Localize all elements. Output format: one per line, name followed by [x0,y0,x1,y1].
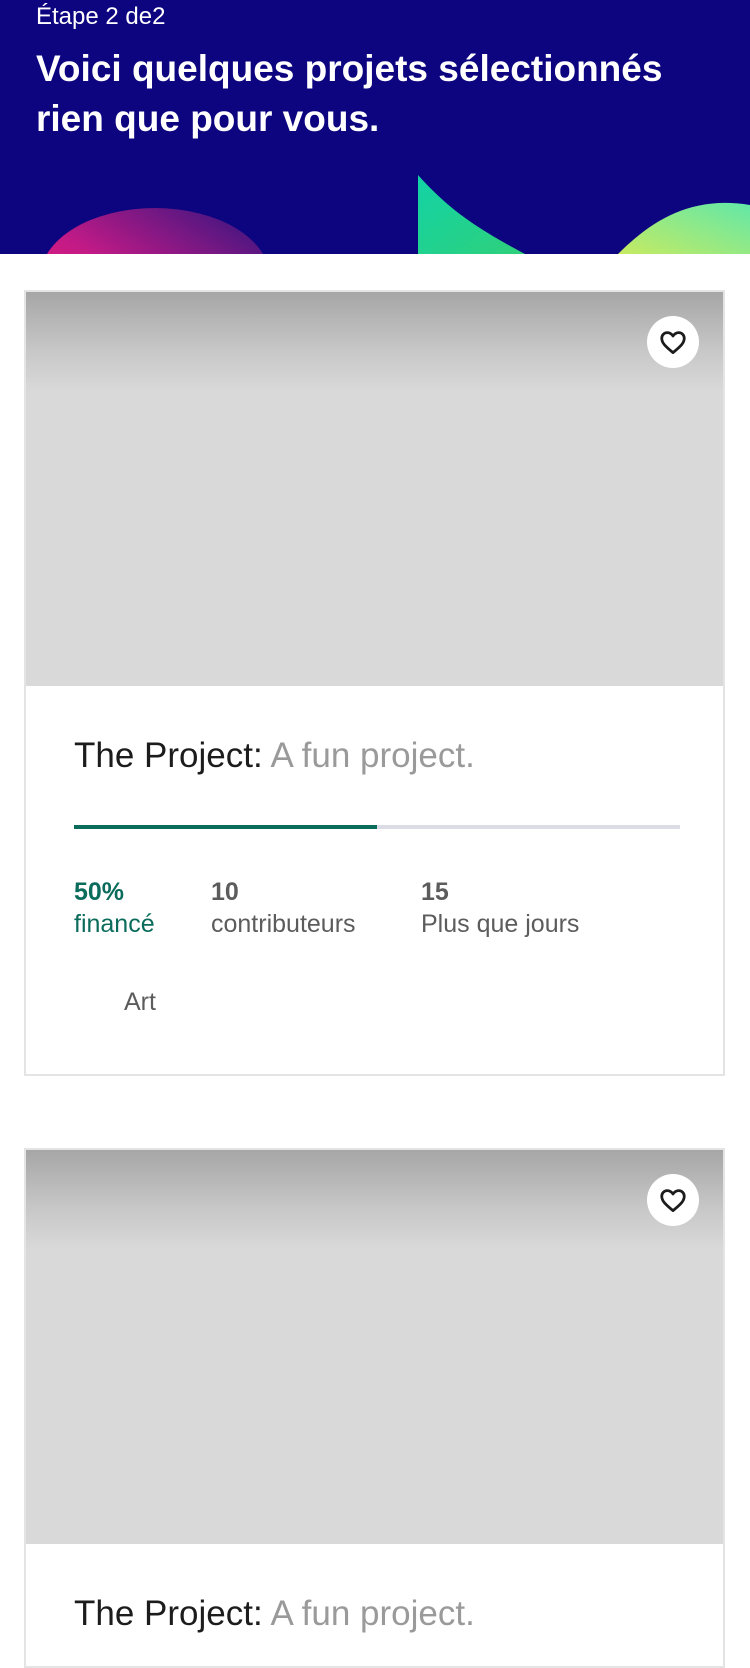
heart-icon [660,1189,686,1212]
project-card[interactable]: The Project: A fun project. [24,1148,725,1668]
days-count: 15 [421,878,449,906]
project-name: The Project: [74,1594,263,1633]
project-image [26,292,723,686]
category-label[interactable]: Art [124,988,156,1017]
heart-icon [660,331,686,354]
decorative-shapes [47,175,750,254]
project-description: A fun project. [270,1594,475,1633]
favorite-button[interactable] [647,1174,699,1226]
days-label: Plus que jours [421,910,580,938]
funding-progress-fill [74,825,377,829]
funded-percent: 50% [74,878,125,906]
funding-progress-bar [74,825,680,829]
pink-blob-shape [47,208,263,254]
project-title[interactable]: The Project: A fun project. [74,734,475,778]
funded-stat: 50% financé [74,876,155,940]
project-description: A fun project. [270,736,475,775]
teal-wave-shape [418,175,525,254]
lime-wave-shape [618,202,750,254]
contributors-count: 10 [211,878,239,906]
contributors-label: contributeurs [211,910,356,938]
project-card[interactable]: The Project: A fun project. 50% financé … [24,290,725,1076]
favorite-button[interactable] [647,316,699,368]
project-image [26,1150,723,1544]
funded-label: financé [74,910,155,938]
contributors-stat: 10 contributeurs [211,876,356,940]
days-remaining-stat: 15 Plus que jours [421,876,579,940]
project-name: The Project: [74,736,263,775]
project-title[interactable]: The Project: A fun project. [74,1592,475,1636]
onboarding-header: Étape 2 de2 Voici quelques projets sélec… [0,0,750,254]
